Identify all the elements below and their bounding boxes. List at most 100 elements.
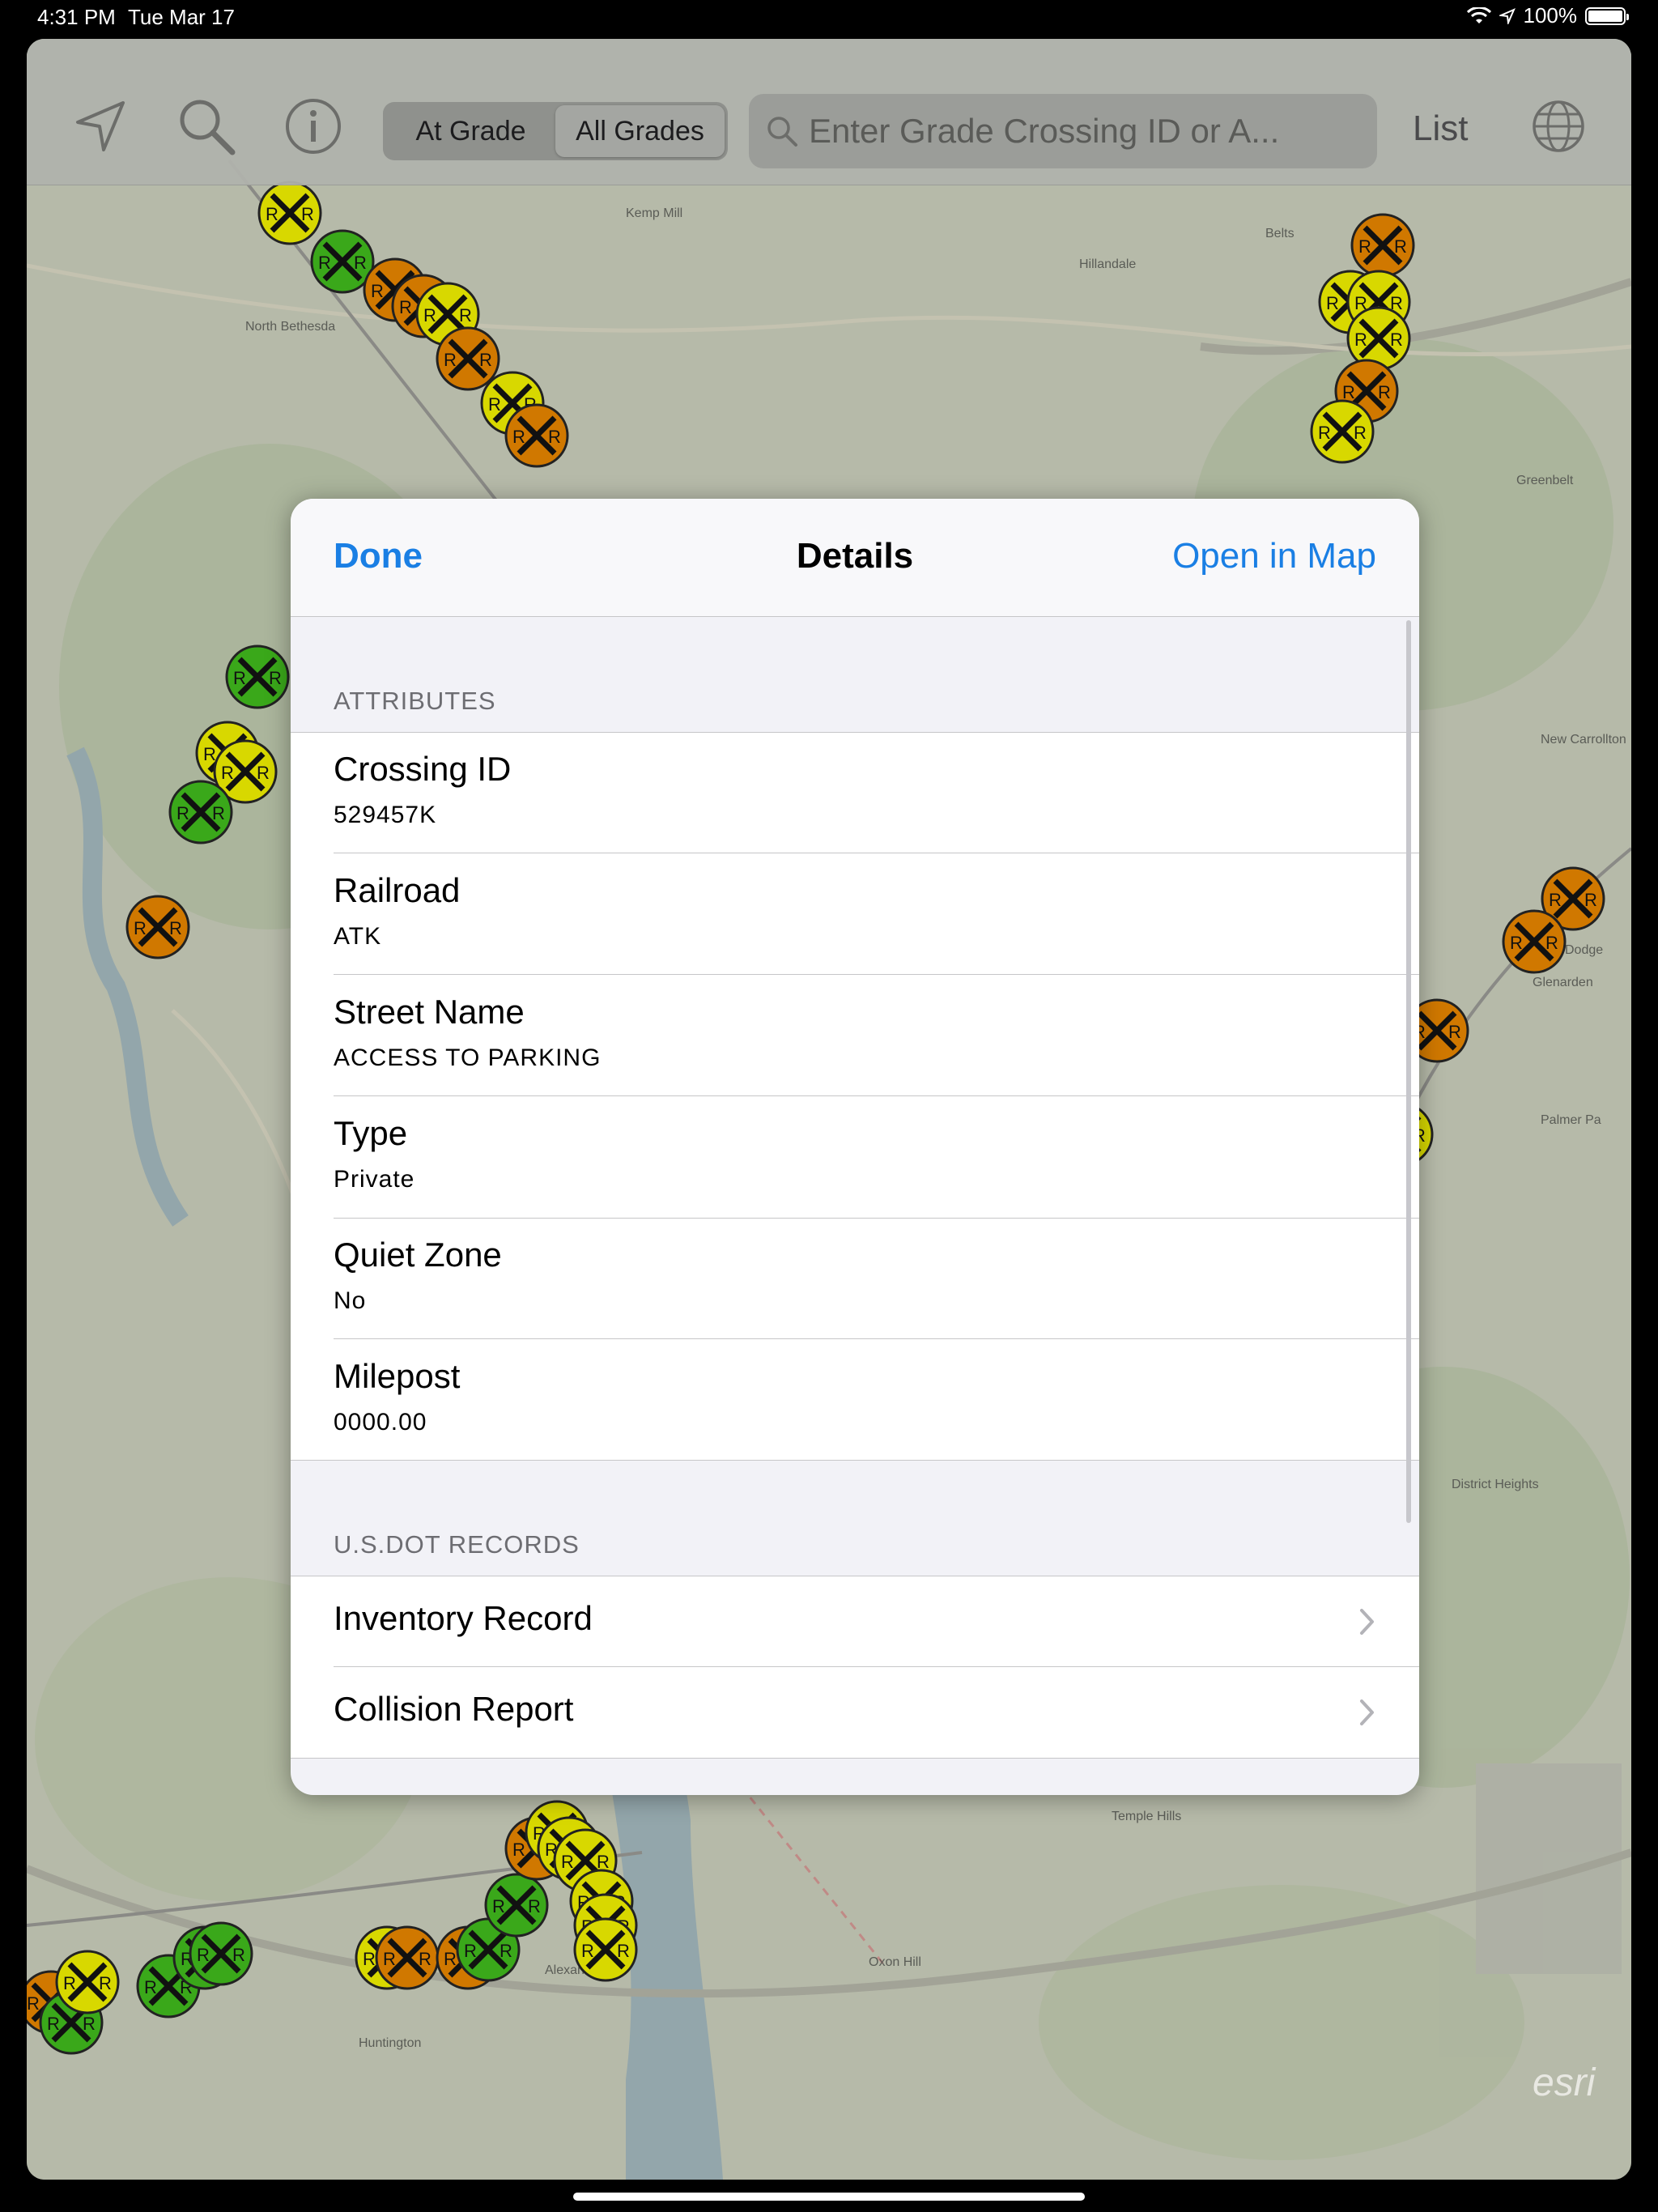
crossing-marker[interactable]: RR <box>225 644 290 709</box>
svg-text:R: R <box>318 253 331 273</box>
records-list: Inventory Record Collision Report <box>291 1576 1419 1759</box>
map-label: Greenbelt <box>1516 474 1574 487</box>
attribute-label-milepost: Milepost <box>334 1357 461 1395</box>
crossing-marker[interactable]: RR <box>125 895 190 959</box>
attribute-value-quiet-zone: No <box>334 1287 367 1314</box>
crossing-marker[interactable]: RR <box>1346 306 1411 371</box>
crossing-marker[interactable]: RR <box>375 1925 440 1990</box>
svg-text:R: R <box>354 253 367 273</box>
map-label: North Bethesda <box>245 320 335 334</box>
map-label: New Carrollton <box>1541 733 1626 747</box>
crossing-marker[interactable]: RR <box>436 326 500 391</box>
svg-text:R: R <box>363 1949 376 1969</box>
divider <box>334 1218 1419 1219</box>
battery-icon <box>1585 6 1629 25</box>
svg-text:R: R <box>99 1973 112 1993</box>
svg-text:R: R <box>134 918 147 938</box>
home-indicator[interactable] <box>573 2193 1085 2201</box>
inventory-record-row[interactable]: Inventory Record <box>291 1576 1419 1666</box>
crossing-marker[interactable]: RR <box>1502 909 1567 974</box>
svg-text:R: R <box>176 803 189 823</box>
segment-all-grades[interactable]: All Grades <box>555 105 725 157</box>
info-icon[interactable] <box>281 94 346 159</box>
search-icon[interactable] <box>174 94 239 159</box>
crossing-marker[interactable]: RR <box>1310 399 1375 464</box>
segment-at-grade[interactable]: At Grade <box>386 105 555 157</box>
status-date: Tue Mar 17 <box>128 5 235 29</box>
attribute-value-street-name: ACCESS TO PARKING <box>334 1044 602 1071</box>
crossing-marker[interactable]: RR <box>504 403 569 468</box>
divider <box>334 1095 1419 1096</box>
svg-text:R: R <box>1358 236 1371 257</box>
svg-text:R: R <box>492 1896 505 1916</box>
battery-percent: 100% <box>1523 3 1578 28</box>
svg-text:R: R <box>528 1896 541 1916</box>
svg-text:R: R <box>1326 293 1339 313</box>
details-sheet: Done Details Open in Map ATTRIBUTES Cros… <box>291 499 1419 1795</box>
crossing-marker[interactable]: RR <box>189 1921 253 1986</box>
map-label: Palmer Pa <box>1541 1113 1601 1127</box>
svg-text:R: R <box>500 1941 512 1961</box>
svg-text:R: R <box>479 350 492 370</box>
grade-filter-control: At Grade All Grades <box>383 102 728 160</box>
svg-text:R: R <box>1584 890 1597 910</box>
svg-text:R: R <box>597 1852 610 1872</box>
wifi-icon <box>1466 6 1491 23</box>
svg-text:R: R <box>1394 236 1407 257</box>
crossing-marker[interactable]: RR <box>484 1873 549 1938</box>
status-time: 4:31 PM <box>37 5 116 29</box>
svg-text:R: R <box>444 1949 457 1969</box>
open-in-map-button[interactable]: Open in Map <box>1172 536 1376 576</box>
attributes-list-continued: Quiet Zone No Milepost 0000.00 <box>291 1218 1419 1461</box>
attribute-label-railroad: Railroad <box>334 871 461 909</box>
crossing-marker[interactable]: RR <box>257 181 322 245</box>
map-label: Belts <box>1265 227 1295 240</box>
svg-text:R: R <box>1354 330 1367 350</box>
status-bar: 4:31 PM Tue Mar 17 100% <box>0 0 1658 36</box>
list-button[interactable]: List <box>1413 108 1468 149</box>
map-toolbar: At Grade All Grades List <box>27 39 1631 185</box>
scrollbar[interactable] <box>1406 620 1411 1523</box>
search-input[interactable] <box>809 112 1377 151</box>
crossing-marker[interactable]: RR <box>1350 213 1415 278</box>
divider <box>334 1338 1419 1339</box>
svg-text:R: R <box>444 350 457 370</box>
svg-text:R: R <box>464 1941 477 1961</box>
svg-text:R: R <box>197 1945 210 1965</box>
details-scroll-view[interactable]: ATTRIBUTES Crossing ID 529457K Railroad … <box>291 617 1419 1795</box>
svg-text:R: R <box>63 1973 76 1993</box>
svg-text:R: R <box>459 305 472 325</box>
attribute-label-street-name: Street Name <box>334 993 525 1031</box>
svg-text:R: R <box>83 2014 96 2034</box>
svg-text:R: R <box>269 668 282 688</box>
divider <box>291 1758 1419 1759</box>
collision-report-label: Collision Report <box>334 1690 574 1728</box>
map-label: Temple Hills <box>1112 1810 1181 1823</box>
crossing-marker[interactable]: RR <box>168 780 233 844</box>
chevron-right-icon <box>1360 1699 1374 1725</box>
svg-text:R: R <box>169 918 182 938</box>
collision-report-row[interactable]: Collision Report <box>291 1667 1419 1757</box>
map-label: Oxon Hill <box>869 1955 921 1969</box>
attribute-value-milepost: 0000.00 <box>334 1409 427 1436</box>
svg-text:R: R <box>512 1840 525 1860</box>
svg-text:R: R <box>203 744 216 764</box>
app-screen: Kemp Mill Hillandale North Bethesda Gree… <box>27 39 1631 2180</box>
crossing-marker[interactable]: RR <box>55 1950 120 2014</box>
attribute-label-type: Type <box>334 1114 408 1152</box>
crossing-marker[interactable]: RR <box>573 1917 638 1982</box>
svg-text:R: R <box>212 803 225 823</box>
svg-text:R: R <box>423 305 436 325</box>
svg-text:R: R <box>617 1941 630 1961</box>
globe-icon[interactable] <box>1526 94 1591 159</box>
search-icon <box>755 115 809 147</box>
location-arrow-icon <box>1499 7 1516 24</box>
svg-text:R: R <box>232 1945 245 1965</box>
attribute-value-type: Private <box>334 1166 415 1193</box>
records-section-header: U.S.DOT RECORDS <box>334 1530 580 1559</box>
attribute-value-railroad: ATK <box>334 923 382 950</box>
chevron-right-icon <box>1360 1609 1374 1635</box>
attribute-label-crossing-id: Crossing ID <box>334 750 512 788</box>
svg-text:R: R <box>399 297 412 317</box>
location-arrow-icon[interactable] <box>69 94 134 159</box>
